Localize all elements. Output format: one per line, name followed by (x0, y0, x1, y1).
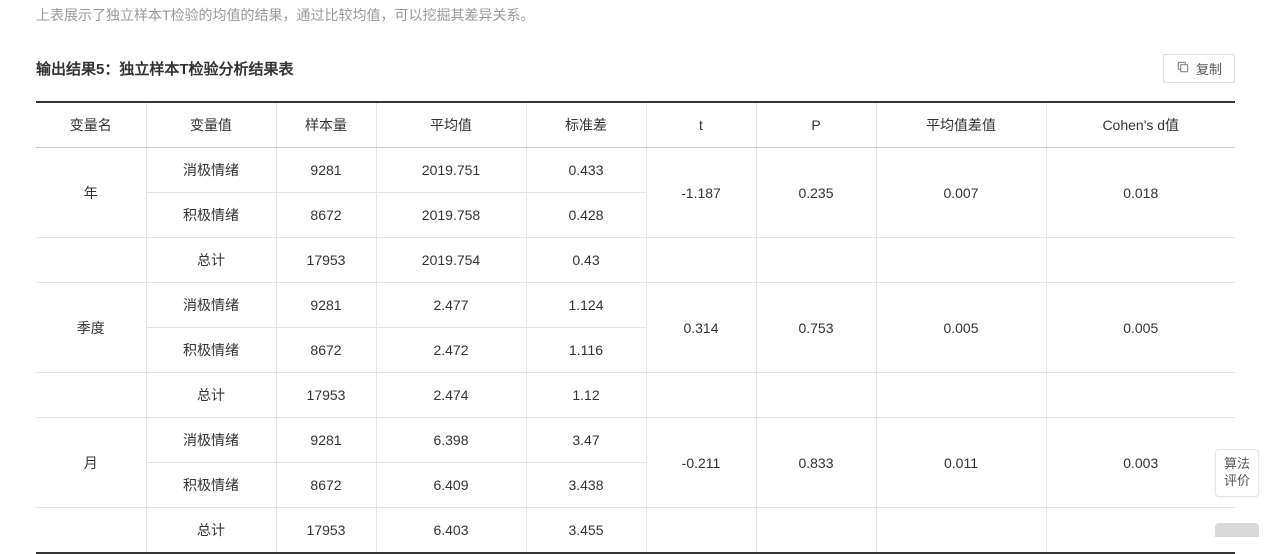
cell-std: 3.438 (526, 463, 646, 508)
cell-std: 0.43 (526, 238, 646, 283)
table-row: 总计179536.4033.455 (36, 508, 1235, 554)
table-row: 月消极情绪92816.3983.47-0.2110.8330.0110.003 (36, 418, 1235, 463)
cell-p: 0.833 (756, 418, 876, 508)
cell-n: 8672 (276, 193, 376, 238)
cell-empty (756, 373, 876, 418)
cell-empty (646, 373, 756, 418)
cell-mean: 2019.758 (376, 193, 526, 238)
table-row: 季度消极情绪92812.4771.1240.3140.7530.0050.005 (36, 283, 1235, 328)
th-t: t (646, 102, 756, 148)
cell-varval: 消极情绪 (146, 283, 276, 328)
cell-t: 0.314 (646, 283, 756, 373)
cell-std: 1.12 (526, 373, 646, 418)
intro-text: 上表展示了独立样本T检验的均值的结果，通过比较均值，可以挖掘其差异关系。 (36, 0, 1235, 26)
cell-varname: 年 (36, 148, 146, 238)
cell-empty (1046, 508, 1235, 554)
cell-varval: 积极情绪 (146, 193, 276, 238)
cell-n: 9281 (276, 418, 376, 463)
cell-mean: 6.398 (376, 418, 526, 463)
cell-std: 0.428 (526, 193, 646, 238)
cell-varname-empty (36, 373, 146, 418)
floating-panel-edge (1215, 523, 1259, 537)
cell-diff: 0.005 (876, 283, 1046, 373)
cell-empty (646, 238, 756, 283)
th-varname: 变量名 (36, 102, 146, 148)
cell-diff: 0.011 (876, 418, 1046, 508)
cell-empty (756, 508, 876, 554)
cell-t: -1.187 (646, 148, 756, 238)
table-row: 年消极情绪92812019.7510.433-1.1870.2350.0070.… (36, 148, 1235, 193)
cell-varval: 消极情绪 (146, 418, 276, 463)
copy-icon (1176, 60, 1190, 77)
cell-varname: 季度 (36, 283, 146, 373)
cell-n: 9281 (276, 283, 376, 328)
cell-mean: 2019.751 (376, 148, 526, 193)
cell-varval: 消极情绪 (146, 148, 276, 193)
cell-empty (756, 238, 876, 283)
algorithm-eval-button[interactable]: 算法评价 (1215, 449, 1259, 497)
cell-cohen: 0.003 (1046, 418, 1235, 508)
cell-p: 0.753 (756, 283, 876, 373)
cell-std: 3.47 (526, 418, 646, 463)
cell-n: 17953 (276, 373, 376, 418)
copy-label: 复制 (1196, 59, 1222, 78)
th-cohen: Cohen's d值 (1046, 102, 1235, 148)
cell-std: 0.433 (526, 148, 646, 193)
cell-n: 8672 (276, 463, 376, 508)
cell-varname: 月 (36, 418, 146, 508)
cell-varval: 总计 (146, 373, 276, 418)
cell-cohen: 0.005 (1046, 283, 1235, 373)
cell-varval: 总计 (146, 508, 276, 554)
cell-varval: 积极情绪 (146, 328, 276, 373)
th-std: 标准差 (526, 102, 646, 148)
cell-cohen: 0.018 (1046, 148, 1235, 238)
cell-p: 0.235 (756, 148, 876, 238)
cell-empty (876, 238, 1046, 283)
cell-varname-empty (36, 508, 146, 554)
cell-empty (1046, 373, 1235, 418)
cell-empty (876, 508, 1046, 554)
cell-varval: 总计 (146, 238, 276, 283)
cell-mean: 2.477 (376, 283, 526, 328)
th-mean: 平均值 (376, 102, 526, 148)
cell-std: 1.116 (526, 328, 646, 373)
cell-n: 17953 (276, 238, 376, 283)
cell-empty (646, 508, 756, 554)
cell-std: 3.455 (526, 508, 646, 554)
cell-varname-empty (36, 238, 146, 283)
cell-n: 17953 (276, 508, 376, 554)
cell-mean: 6.409 (376, 463, 526, 508)
cell-std: 1.124 (526, 283, 646, 328)
th-p: P (756, 102, 876, 148)
cell-diff: 0.007 (876, 148, 1046, 238)
cell-mean: 2.472 (376, 328, 526, 373)
cell-mean: 6.403 (376, 508, 526, 554)
cell-empty (876, 373, 1046, 418)
cell-n: 9281 (276, 148, 376, 193)
cell-mean: 2019.754 (376, 238, 526, 283)
th-n: 样本量 (276, 102, 376, 148)
cell-empty (1046, 238, 1235, 283)
cell-varval: 积极情绪 (146, 463, 276, 508)
results-table: 变量名 变量值 样本量 平均值 标准差 t P 平均值差值 Cohen's d值… (36, 101, 1235, 554)
copy-button[interactable]: 复制 (1163, 54, 1235, 83)
th-varval: 变量值 (146, 102, 276, 148)
cell-mean: 2.474 (376, 373, 526, 418)
cell-n: 8672 (276, 328, 376, 373)
table-row: 总计179532019.7540.43 (36, 238, 1235, 283)
cell-t: -0.211 (646, 418, 756, 508)
section-title: 输出结果5：独立样本T检验分析结果表 (36, 58, 294, 79)
th-diff: 平均值差值 (876, 102, 1046, 148)
table-row: 总计179532.4741.12 (36, 373, 1235, 418)
